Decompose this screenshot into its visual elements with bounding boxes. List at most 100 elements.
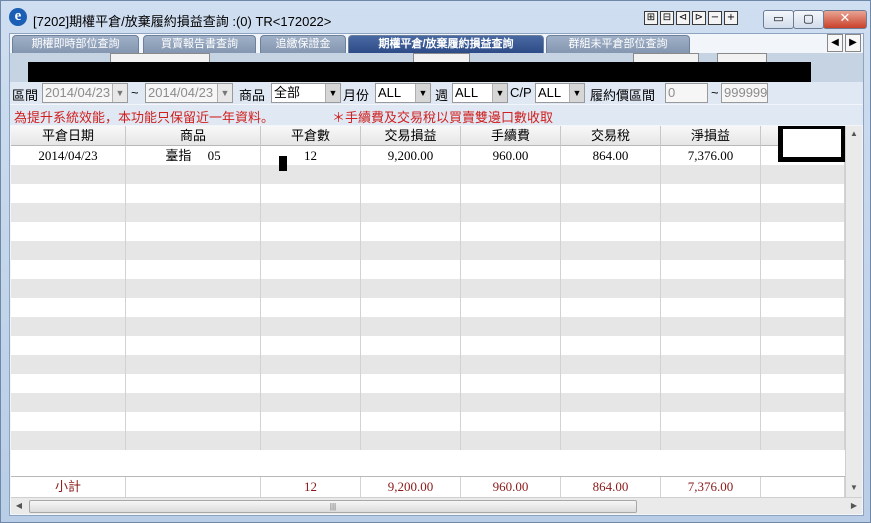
scroll-right-icon[interactable]: ▶ <box>846 498 862 514</box>
table-cell <box>561 184 661 203</box>
table-cell <box>761 184 845 203</box>
vertical-scrollbar[interactable]: ▲ ▼ <box>845 126 862 497</box>
table-row[interactable] <box>11 336 845 355</box>
table-cell <box>126 279 261 298</box>
column-header[interactable]: 交易損益 <box>361 126 461 146</box>
table-cell <box>661 260 761 279</box>
table-cell <box>261 279 361 298</box>
table-cell: 864.00 <box>561 146 661 165</box>
table-cell <box>561 431 661 450</box>
strike-range-label: 履約價區間 <box>590 88 656 103</box>
table-cell <box>461 393 561 412</box>
horizontal-scrollbar[interactable]: ◀ ||| ▶ <box>11 497 862 514</box>
table-cell <box>661 374 761 393</box>
column-header[interactable]: 平倉數 <box>261 126 361 146</box>
date-to-value: 2014/04/23 <box>148 85 214 100</box>
table-row[interactable] <box>11 355 845 374</box>
tab-close-pl-query[interactable]: 期權平倉/放棄履約損益查詢 <box>348 35 544 53</box>
redacted-box <box>778 126 845 162</box>
tile-window-icon[interactable]: ⊞ <box>644 11 658 25</box>
table-row[interactable] <box>11 241 845 260</box>
table-cell <box>361 431 461 450</box>
tab-margin-call[interactable]: 追繳保證金 <box>260 35 346 53</box>
column-header[interactable]: 平倉日期 <box>11 126 126 146</box>
strike-separator: ~ <box>711 85 719 100</box>
table-row[interactable] <box>11 222 845 241</box>
chevron-down-icon[interactable]: ▼ <box>217 84 232 102</box>
table-row[interactable] <box>11 412 845 431</box>
month-select[interactable]: ALL ▼ <box>375 83 431 103</box>
title-bar[interactable]: e [7202]期權平倉/放棄履約損益查詢 :(0) TR<172022> ⊞ … <box>1 1 870 34</box>
tab-trade-report[interactable]: 買賣報告書查詢 <box>143 35 256 53</box>
results-grid[interactable]: 平倉日期 商品 平倉數 交易損益 手續費 交易稅 淨損益 2014/04/23 臺指 05 12… <box>11 126 845 497</box>
table-row[interactable] <box>11 374 845 393</box>
table-cell <box>261 260 361 279</box>
close-button[interactable]: ✕ <box>823 10 867 29</box>
strike-to-input[interactable]: 999999 <box>721 83 768 103</box>
column-header[interactable]: 手續費 <box>461 126 561 146</box>
chevron-down-icon[interactable]: ▼ <box>325 84 340 102</box>
filter-row: 區間 2014/04/23 ▼ ~ 2014/04/23 ▼ 商品 全部 ▼ 月… <box>10 82 863 104</box>
tab-next-icon[interactable]: ▶ <box>845 34 861 52</box>
chevron-down-icon[interactable]: ▼ <box>569 84 584 102</box>
table-row[interactable] <box>11 203 845 222</box>
tab-prev-icon[interactable]: ◀ <box>827 34 843 52</box>
strike-to-value: 999999 <box>724 85 768 100</box>
date-to-picker[interactable]: 2014/04/23 ▼ <box>145 83 233 103</box>
maximize-button[interactable]: ▢ <box>793 10 824 29</box>
strike-from-input[interactable]: 0 <box>665 83 708 103</box>
cp-select[interactable]: ALL ▼ <box>535 83 585 103</box>
table-cell <box>361 298 461 317</box>
table-cell <box>11 431 126 450</box>
subtotal-cell <box>126 477 261 497</box>
table-row[interactable] <box>11 165 845 184</box>
subtotal-row: 小計 12 9,200.00 960.00 864.00 7,376.00 <box>11 476 845 497</box>
product-select[interactable]: 全部 ▼ <box>271 83 341 103</box>
tab-realtime-positions[interactable]: 期權即時部位查詢 <box>12 35 139 53</box>
table-cell <box>261 165 361 184</box>
date-from-picker[interactable]: 2014/04/23 ▼ <box>42 83 128 103</box>
table-cell <box>11 279 126 298</box>
toolbar-mini-buttons: ⊞ ⊟ ⊲ ⊳ − + <box>644 11 738 25</box>
zoom-in-icon[interactable]: + <box>724 11 738 25</box>
column-header[interactable]: 淨損益 <box>661 126 761 146</box>
table-row[interactable] <box>11 431 845 450</box>
scroll-up-icon[interactable]: ▲ <box>846 126 862 142</box>
table-cell <box>261 222 361 241</box>
table-row[interactable] <box>11 184 845 203</box>
table-cell <box>561 222 661 241</box>
table-cell <box>761 165 845 184</box>
table-cell <box>11 393 126 412</box>
table-row[interactable] <box>11 298 845 317</box>
app-logo-icon: e <box>9 8 27 26</box>
table-row[interactable] <box>11 260 845 279</box>
table-row[interactable] <box>11 279 845 298</box>
table-cell <box>661 412 761 431</box>
table-cell <box>361 412 461 431</box>
move-left-icon[interactable]: ⊲ <box>676 11 690 25</box>
chevron-down-icon[interactable]: ▼ <box>112 84 127 102</box>
scroll-down-icon[interactable]: ▼ <box>846 480 862 496</box>
table-cell <box>761 279 845 298</box>
date-separator: ~ <box>131 85 139 100</box>
table-cell <box>761 355 845 374</box>
minimize-button[interactable]: ▭ <box>763 10 794 29</box>
chevron-down-icon[interactable]: ▼ <box>492 84 507 102</box>
table-row[interactable] <box>11 317 845 336</box>
horizontal-scroll-thumb[interactable]: ||| <box>29 500 637 513</box>
table-row[interactable]: 2014/04/23 臺指 05 12 9,200.00 960.00 864.00 7,3… <box>11 146 845 165</box>
split-window-icon[interactable]: ⊟ <box>660 11 674 25</box>
week-select[interactable]: ALL ▼ <box>452 83 508 103</box>
scroll-left-icon[interactable]: ◀ <box>11 498 27 514</box>
table-cell <box>461 279 561 298</box>
zoom-out-icon[interactable]: − <box>708 11 722 25</box>
column-header[interactable]: 商品 <box>126 126 261 146</box>
tab-group-open-positions[interactable]: 群組未平倉部位查詢 <box>546 35 690 53</box>
chevron-down-icon[interactable]: ▼ <box>415 84 430 102</box>
table-cell <box>461 260 561 279</box>
table-row[interactable] <box>11 393 845 412</box>
column-header[interactable]: 交易稅 <box>561 126 661 146</box>
fee-notice: ＊手續費及交易稅以買賣雙邊口數收取 <box>332 110 554 125</box>
move-right-icon[interactable]: ⊳ <box>692 11 706 25</box>
table-cell <box>11 203 126 222</box>
